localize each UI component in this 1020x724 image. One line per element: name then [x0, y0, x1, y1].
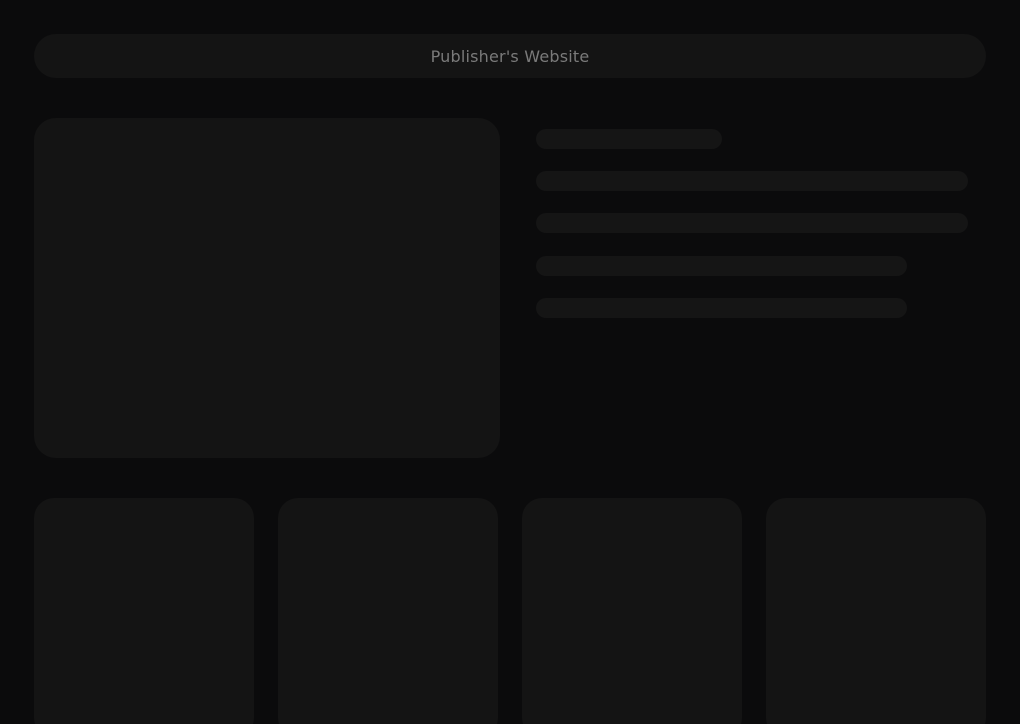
site-title: Publisher's Website [430, 46, 590, 66]
headline-skeleton [536, 129, 722, 149]
text-line-skeleton-2 [536, 213, 968, 233]
card-placeholder-1 [34, 498, 254, 724]
card-grid [34, 498, 986, 724]
text-line-skeleton-3 [536, 256, 907, 276]
hero-image-placeholder [34, 118, 500, 458]
text-line-skeleton-4 [536, 298, 907, 318]
text-line-skeleton-1 [536, 171, 968, 191]
card-placeholder-2 [278, 498, 498, 724]
site-header: Publisher's Website [34, 34, 986, 78]
card-placeholder-3 [522, 498, 742, 724]
card-placeholder-4 [766, 498, 986, 724]
